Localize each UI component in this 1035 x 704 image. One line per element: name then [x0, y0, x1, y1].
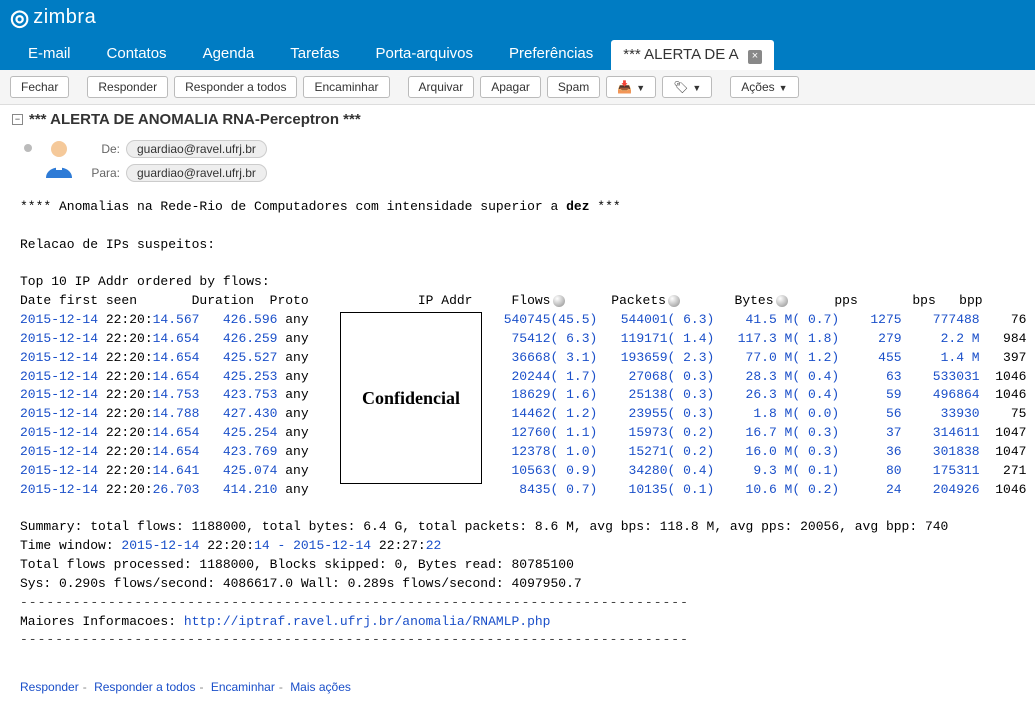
table-row: 2015-12-14 22:20:14.654 425.527 any 3666…	[20, 349, 1015, 368]
time-window-prefix: Time window:	[20, 538, 121, 553]
to-label: Para:	[86, 166, 120, 180]
from-pill[interactable]: guardiao@ravel.ufrj.br	[126, 140, 267, 158]
table-row: 2015-12-14 22:20:14.567 426.596 any 5407…	[20, 311, 1015, 330]
time-window-value: 2015-12-14 22:20:14 - 2015-12-14 22:27:2…	[121, 538, 441, 553]
message-toolbar: Fechar Responder Responder a todos Encam…	[0, 70, 1035, 105]
intro-bold: dez	[566, 199, 589, 214]
intro-suffix: ***	[590, 199, 621, 214]
spam-button[interactable]: Spam	[547, 76, 600, 98]
tab-contatos[interactable]: Contatos	[89, 37, 185, 70]
reply-all-button[interactable]: Responder a todos	[174, 76, 297, 98]
footer-links: Responder- Responder a todos- Encaminhar…	[0, 670, 1035, 704]
summary-line1: Summary: total flows: 1188000, total byt…	[20, 518, 1015, 537]
summary-line3: Total flows processed: 1188000, Blocks s…	[20, 556, 1015, 575]
brand-name: zimbra	[33, 6, 96, 29]
table-row: 2015-12-14 22:20:26.703 414.210 any 8435…	[20, 481, 1015, 500]
logo-icon: ◎	[10, 5, 29, 31]
table-row: 2015-12-14 22:20:14.654 425.253 any 2024…	[20, 368, 1015, 387]
tab-portaarquivos[interactable]: Porta-arquivos	[357, 37, 491, 70]
folder-menu-button[interactable]: 📥▼	[606, 76, 656, 98]
table-row: 2015-12-14 22:20:14.654 426.259 any 7541…	[20, 330, 1015, 349]
main-tabs: E-mail Contatos Agenda Tarefas Porta-arq…	[0, 35, 1035, 70]
message-header: De: guardiao@ravel.ufrj.br Para: guardia…	[0, 134, 1035, 188]
table-row: 2015-12-14 22:20:14.788 427.430 any 1446…	[20, 405, 1015, 424]
tag-menu-button[interactable]: 🏷▼	[662, 76, 712, 98]
footer-more[interactable]: Mais ações	[290, 680, 351, 694]
globe-icon	[776, 295, 788, 307]
footer-reply-all[interactable]: Responder a todos	[94, 680, 195, 694]
hr-rule: ----------------------------------------…	[20, 594, 1015, 613]
tab-active-label: *** ALERTA DE A	[623, 46, 738, 63]
table-row: 2015-12-14 22:20:14.654 425.254 any 1276…	[20, 424, 1015, 443]
globe-icon	[553, 295, 565, 307]
subject-row: − *** ALERTA DE ANOMALIA RNA-Perceptron …	[0, 105, 1035, 134]
titlebar: ◎ zimbra	[0, 0, 1035, 35]
tag-icon: 🏷	[673, 80, 688, 94]
message-subject: *** ALERTA DE ANOMALIA RNA-Perceptron **…	[29, 111, 361, 128]
archive-button[interactable]: Arquivar	[408, 76, 475, 98]
folder-icon: 📥	[617, 80, 632, 94]
tab-preferencias[interactable]: Preferências	[491, 37, 611, 70]
globe-icon	[668, 295, 680, 307]
from-label: De:	[86, 142, 120, 156]
forward-button[interactable]: Encaminhar	[303, 76, 389, 98]
more-info-link[interactable]: http://iptraf.ravel.ufrj.br/anomalia/RNA…	[184, 614, 551, 629]
actions-menu-button[interactable]: Ações▼	[730, 76, 798, 98]
to-pill[interactable]: guardiao@ravel.ufrj.br	[126, 164, 267, 182]
summary-line4: Sys: 0.290s flows/second: 4086617.0 Wall…	[20, 575, 1015, 594]
close-button[interactable]: Fechar	[10, 76, 69, 98]
close-tab-icon[interactable]: ×	[748, 50, 762, 64]
more-info-label: Maiores Informacoes:	[20, 614, 184, 629]
top10-line: Top 10 IP Addr ordered by flows:	[20, 273, 1015, 292]
message-body: **** Anomalias na Rede-Rio de Computador…	[0, 188, 1035, 670]
tab-active-message[interactable]: *** ALERTA DE A ×	[611, 40, 774, 70]
delete-button[interactable]: Apagar	[480, 76, 541, 98]
table-row: 2015-12-14 22:20:14.641 425.074 any 1056…	[20, 462, 1015, 481]
footer-reply[interactable]: Responder	[20, 680, 79, 694]
unread-dot-icon	[24, 144, 32, 152]
collapse-toggle-icon[interactable]: −	[12, 114, 23, 125]
table-row: 2015-12-14 22:20:14.753 423.753 any 1862…	[20, 386, 1015, 405]
hr-rule2: ----------------------------------------…	[20, 631, 1015, 650]
tab-tarefas[interactable]: Tarefas	[272, 37, 357, 70]
table-header: Date first seen Duration Proto IP Addr F…	[20, 292, 1015, 311]
table-row: 2015-12-14 22:20:14.654 423.769 any 1237…	[20, 443, 1015, 462]
relacao-line: Relacao de IPs suspeitos:	[20, 236, 1015, 255]
flow-table: Date first seen Duration Proto IP Addr F…	[20, 292, 1015, 499]
avatar-icon	[42, 138, 76, 178]
confidential-overlay: Confidencial	[340, 312, 482, 484]
reply-button[interactable]: Responder	[87, 76, 168, 98]
footer-forward[interactable]: Encaminhar	[211, 680, 275, 694]
tab-agenda[interactable]: Agenda	[185, 37, 273, 70]
intro-prefix: **** Anomalias na Rede-Rio de Computador…	[20, 199, 566, 214]
tab-email[interactable]: E-mail	[10, 37, 89, 70]
